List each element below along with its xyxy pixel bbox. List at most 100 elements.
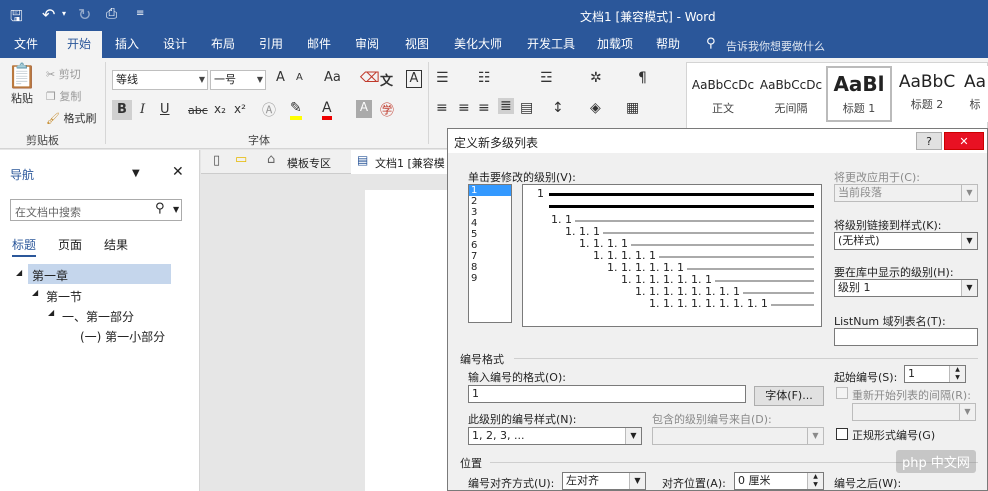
bold-button[interactable]: B <box>112 100 132 120</box>
multilevel-list-icon[interactable]: ☲ <box>540 70 553 86</box>
tab-developer[interactable]: 开发工具 <box>518 31 584 58</box>
superscript-button[interactable]: x² <box>234 102 246 116</box>
change-case-button[interactable]: Aa <box>324 70 341 85</box>
numbering-icon[interactable]: ☷ <box>478 70 491 86</box>
listnum-input[interactable] <box>834 328 978 346</box>
collapse-icon[interactable]: ◢ <box>16 268 22 277</box>
nav-tab-pages[interactable]: 页面 <box>58 236 82 253</box>
level-item[interactable]: 6 <box>469 240 511 251</box>
document-icon[interactable]: ▯ <box>213 153 220 168</box>
enclose-char-icon[interactable]: ㊫ <box>380 100 394 120</box>
style-heading2[interactable]: AaBbC 标题 2 <box>894 66 960 122</box>
tab-mailings[interactable]: 邮件 <box>298 31 340 58</box>
level-item[interactable]: 8 <box>469 262 511 273</box>
style-title[interactable]: Aa 标 <box>962 66 988 122</box>
justify-icon[interactable]: ≣ <box>498 98 514 114</box>
tab-addins[interactable]: 加载项 <box>590 31 640 58</box>
customize-toolbar-icon[interactable]: ≡ <box>136 8 144 19</box>
apply-to-select[interactable]: 当前段落 ▼ <box>834 184 978 202</box>
char-border-icon[interactable]: A <box>406 70 422 88</box>
tab-home[interactable]: 开始 <box>56 31 102 58</box>
home-icon[interactable]: ⌂ <box>267 152 275 167</box>
grow-font-button[interactable]: A <box>276 70 285 85</box>
save-icon[interactable]: 🖫 <box>10 6 23 31</box>
clear-format-icon[interactable]: ⌫ <box>360 70 380 86</box>
borders-icon[interactable]: ▦ <box>626 100 639 116</box>
help-button[interactable]: ? <box>916 132 942 150</box>
bullets-icon[interactable]: ☰ <box>436 70 449 86</box>
level-item[interactable]: 5 <box>469 229 511 240</box>
style-no-spacing[interactable]: AaBbCcDc 无间隔 <box>758 66 824 122</box>
char-shading-icon[interactable]: A <box>356 100 372 118</box>
font-color-icon[interactable]: A <box>322 100 332 120</box>
level-item[interactable]: 7 <box>469 251 511 262</box>
align-left-icon[interactable]: ≡ <box>436 100 448 116</box>
italic-button[interactable]: I <box>140 102 145 117</box>
tab-file[interactable]: 文件 <box>4 31 48 58</box>
enter-format-input[interactable]: 1 <box>468 385 746 403</box>
strikethrough-button[interactable]: abc <box>188 104 208 117</box>
close-icon[interactable]: ✕ <box>172 164 184 180</box>
distributed-icon[interactable]: ▤ <box>520 100 533 116</box>
tree-item[interactable]: 第一章 <box>32 267 68 284</box>
font-size-combo[interactable]: 一号 ▼ <box>210 70 266 90</box>
nav-tab-headings[interactable]: 标题 <box>12 236 37 257</box>
tab-help[interactable]: 帮助 <box>646 31 690 58</box>
close-button[interactable]: ✕ <box>944 132 984 150</box>
spinner-icon[interactable]: ▲ ▼ <box>949 366 965 382</box>
text-effects-icon[interactable]: Ⓐ <box>262 100 276 120</box>
phonetic-guide-icon[interactable]: 文 <box>380 70 393 89</box>
tab-review[interactable]: 审阅 <box>346 31 388 58</box>
aligned-at-input[interactable]: 0 厘米 ▲ ▼ <box>734 472 824 490</box>
chevron-down-icon[interactable]: ▼ <box>173 205 179 214</box>
level-list[interactable]: 1 2 3 4 5 6 7 8 9 <box>468 184 512 323</box>
undo-dropdown-icon[interactable]: ▾ <box>62 9 66 18</box>
underline-button[interactable]: U <box>160 102 170 117</box>
alignment-select[interactable]: 左对齐 ▼ <box>562 472 646 490</box>
number-style-select[interactable]: 1, 2, 3, ... ▼ <box>468 427 642 445</box>
format-painter-button[interactable]: 🖌 格式刷 <box>46 110 96 126</box>
tab-design[interactable]: 设计 <box>154 31 196 58</box>
paste-button[interactable]: 📋 粘贴 <box>6 62 38 106</box>
restart-checkbox[interactable] <box>836 387 848 399</box>
start-at-input[interactable]: 1 ▲ ▼ <box>904 365 966 383</box>
line-spacing-icon[interactable]: ↕ <box>552 100 564 116</box>
print-preview-icon[interactable]: ⎙ <box>106 6 117 22</box>
redo-icon[interactable]: ↻ <box>78 5 91 24</box>
tab-layout[interactable]: 布局 <box>202 31 244 58</box>
tree-item[interactable]: (一) 第一小部分 <box>80 328 165 345</box>
level-item[interactable]: 9 <box>469 273 511 284</box>
legal-checkbox[interactable] <box>836 428 848 440</box>
tree-item[interactable]: 第一节 <box>46 288 82 305</box>
show-marks-icon[interactable]: ¶ <box>638 70 647 86</box>
spinner-icon[interactable]: ▲ ▼ <box>807 473 823 489</box>
chevron-down-icon[interactable]: ▼ <box>132 168 140 179</box>
style-heading1[interactable]: AaBl 标题 1 <box>826 66 892 122</box>
doc-tab-templates[interactable]: 模板专区 <box>287 155 331 171</box>
shading-icon[interactable]: ◈ <box>590 100 601 116</box>
collapse-icon[interactable]: ◢ <box>48 308 54 317</box>
include-from-select[interactable]: ▼ <box>652 427 824 445</box>
document-page[interactable] <box>365 190 451 491</box>
level-item[interactable]: 3 <box>469 207 511 218</box>
style-normal[interactable]: AaBbCcDc 正文 <box>690 66 756 122</box>
undo-icon[interactable]: ↶ <box>42 5 55 24</box>
collapse-icon[interactable]: ◢ <box>32 288 38 297</box>
nav-search-input[interactable]: 在文档中搜索 ⚲ ▼ <box>10 199 182 221</box>
folder-icon[interactable]: ▭ <box>235 152 247 167</box>
shrink-font-button[interactable]: A <box>296 72 303 83</box>
align-right-icon[interactable]: ≡ <box>478 100 490 116</box>
gallery-level-select[interactable]: 级别 1 ▼ <box>834 279 978 297</box>
tree-item[interactable]: 一、第一部分 <box>62 308 134 325</box>
font-name-combo[interactable]: 等线 ▼ <box>112 70 208 90</box>
align-center-icon[interactable]: ≡ <box>458 100 470 116</box>
highlight-icon[interactable]: ✎ <box>290 100 302 120</box>
search-icon[interactable]: ⚲ <box>155 201 165 216</box>
tab-view[interactable]: 视图 <box>394 31 440 58</box>
nav-tab-results[interactable]: 结果 <box>104 236 128 253</box>
tab-meihua[interactable]: 美化大师 <box>446 31 510 58</box>
cut-button[interactable]: ✂ 剪切 <box>46 66 81 82</box>
font-button[interactable]: 字体(F)... <box>754 386 824 406</box>
restart-select[interactable]: ▼ <box>852 403 976 421</box>
tab-insert[interactable]: 插入 <box>106 31 148 58</box>
